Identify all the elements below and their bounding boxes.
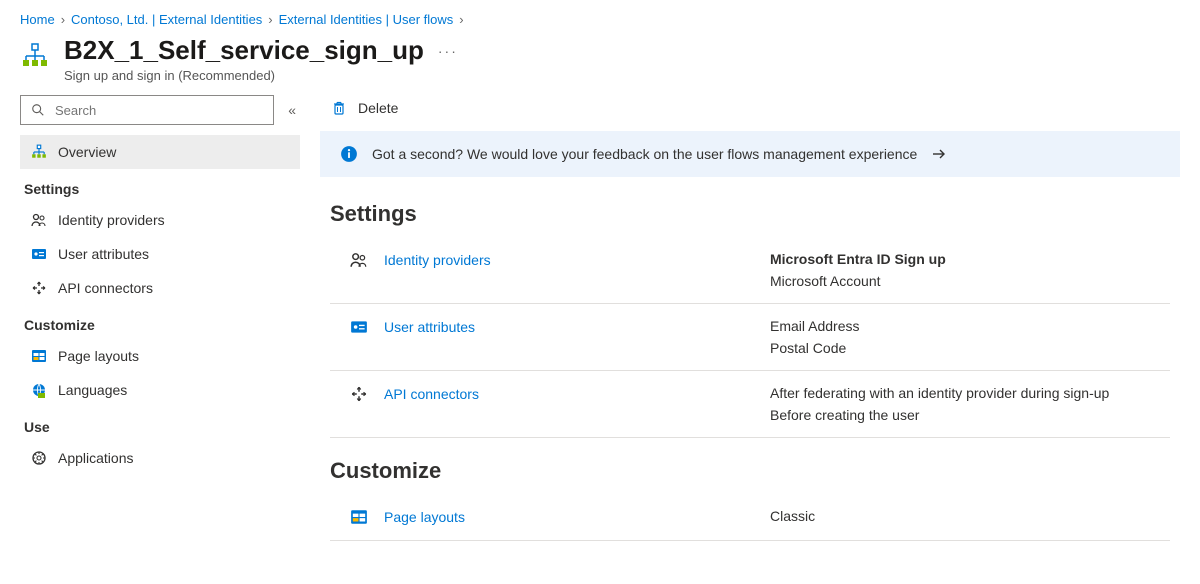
- sidebar-item-label: API connectors: [58, 280, 153, 296]
- sidebar-section-customize: Customize: [20, 305, 300, 339]
- page-title: B2X_1_Self_service_sign_up: [64, 35, 424, 66]
- page-layouts-icon: [350, 508, 368, 526]
- chevron-right-icon: ›: [61, 12, 65, 27]
- search-icon: [29, 101, 47, 119]
- sidebar-item-page-layouts[interactable]: Page layouts: [20, 339, 300, 373]
- settings-row: Identity providers Microsoft Entra ID Sig…: [330, 237, 1170, 304]
- row-link[interactable]: Page layouts: [384, 509, 465, 525]
- applications-icon: [30, 449, 48, 467]
- breadcrumb-home[interactable]: Home: [20, 12, 55, 27]
- page-layouts-icon: [30, 347, 48, 365]
- sidebar: « Overview Settings: [20, 95, 300, 541]
- sidebar-section-use: Use: [20, 407, 300, 441]
- collapse-sidebar-button[interactable]: «: [284, 102, 300, 118]
- api-connectors-icon: [30, 279, 48, 297]
- user-flow-icon: [30, 143, 48, 161]
- toolbar: Delete: [320, 95, 1180, 131]
- sidebar-item-label: Languages: [58, 382, 127, 398]
- row-value: Microsoft Account: [770, 273, 1170, 289]
- chevron-right-icon: ›: [459, 12, 463, 27]
- chevron-right-icon: ›: [268, 12, 272, 27]
- identity-providers-icon: [30, 211, 48, 229]
- feedback-arrow-button[interactable]: [931, 146, 947, 162]
- sidebar-item-label: Identity providers: [58, 212, 165, 228]
- customize-rows: Page layouts Classic: [330, 494, 1170, 541]
- search-box[interactable]: [20, 95, 274, 125]
- delete-button[interactable]: Delete: [330, 99, 398, 117]
- sidebar-item-applications[interactable]: Applications: [20, 441, 300, 475]
- page-subtitle: Sign up and sign in (Recommended): [64, 68, 424, 83]
- sidebar-item-overview[interactable]: Overview: [20, 135, 300, 169]
- sidebar-item-user-attributes[interactable]: User attributes: [20, 237, 300, 271]
- delete-label: Delete: [358, 100, 398, 116]
- sidebar-section-settings: Settings: [20, 169, 300, 203]
- sidebar-item-api-connectors[interactable]: API connectors: [20, 271, 300, 305]
- sidebar-item-languages[interactable]: Languages: [20, 373, 300, 407]
- user-flow-icon: [20, 41, 50, 71]
- breadcrumb-org[interactable]: Contoso, Ltd. | External Identities: [71, 12, 262, 27]
- sidebar-item-label: Page layouts: [58, 348, 139, 364]
- settings-rows: Identity providers Microsoft Entra ID Sig…: [330, 237, 1170, 438]
- page-header: B2X_1_Self_service_sign_up Sign up and s…: [0, 35, 1200, 95]
- settings-row: Page layouts Classic: [330, 494, 1170, 541]
- settings-row: API connectors After federating with an i…: [330, 371, 1170, 438]
- delete-icon: [330, 99, 348, 117]
- row-value: Before creating the user: [770, 407, 1170, 423]
- breadcrumb-userflows[interactable]: External Identities | User flows: [279, 12, 454, 27]
- row-value: Email Address: [770, 318, 1170, 334]
- languages-icon: [30, 381, 48, 399]
- feedback-banner: Got a second? We would love your feedbac…: [320, 131, 1180, 177]
- sidebar-item-label: Overview: [58, 144, 116, 160]
- main-panel: Delete Got a second? We would love your …: [320, 95, 1180, 541]
- breadcrumb: Home › Contoso, Ltd. | External Identiti…: [0, 0, 1200, 35]
- row-value: Microsoft Entra ID Sign up: [770, 251, 1170, 267]
- feedback-text: Got a second? We would love your feedbac…: [372, 146, 917, 162]
- row-link[interactable]: User attributes: [384, 319, 475, 335]
- customize-heading: Customize: [330, 458, 1170, 484]
- row-value: Postal Code: [770, 340, 1170, 356]
- user-attributes-icon: [30, 245, 48, 263]
- user-attributes-icon: [350, 318, 368, 336]
- sidebar-item-label: Applications: [58, 450, 134, 466]
- api-connectors-icon: [350, 385, 368, 403]
- settings-row: User attributes Email Address Postal Code: [330, 304, 1170, 371]
- row-link[interactable]: Identity providers: [384, 252, 491, 268]
- row-value: After federating with an identity provid…: [770, 385, 1170, 401]
- search-input[interactable]: [55, 103, 265, 118]
- sidebar-item-identity-providers[interactable]: Identity providers: [20, 203, 300, 237]
- info-icon: [340, 145, 358, 163]
- more-actions-button[interactable]: ···: [438, 35, 458, 59]
- row-value: Classic: [770, 508, 1170, 524]
- row-link[interactable]: API connectors: [384, 386, 479, 402]
- identity-providers-icon: [350, 251, 368, 269]
- sidebar-item-label: User attributes: [58, 246, 149, 262]
- settings-heading: Settings: [330, 201, 1170, 227]
